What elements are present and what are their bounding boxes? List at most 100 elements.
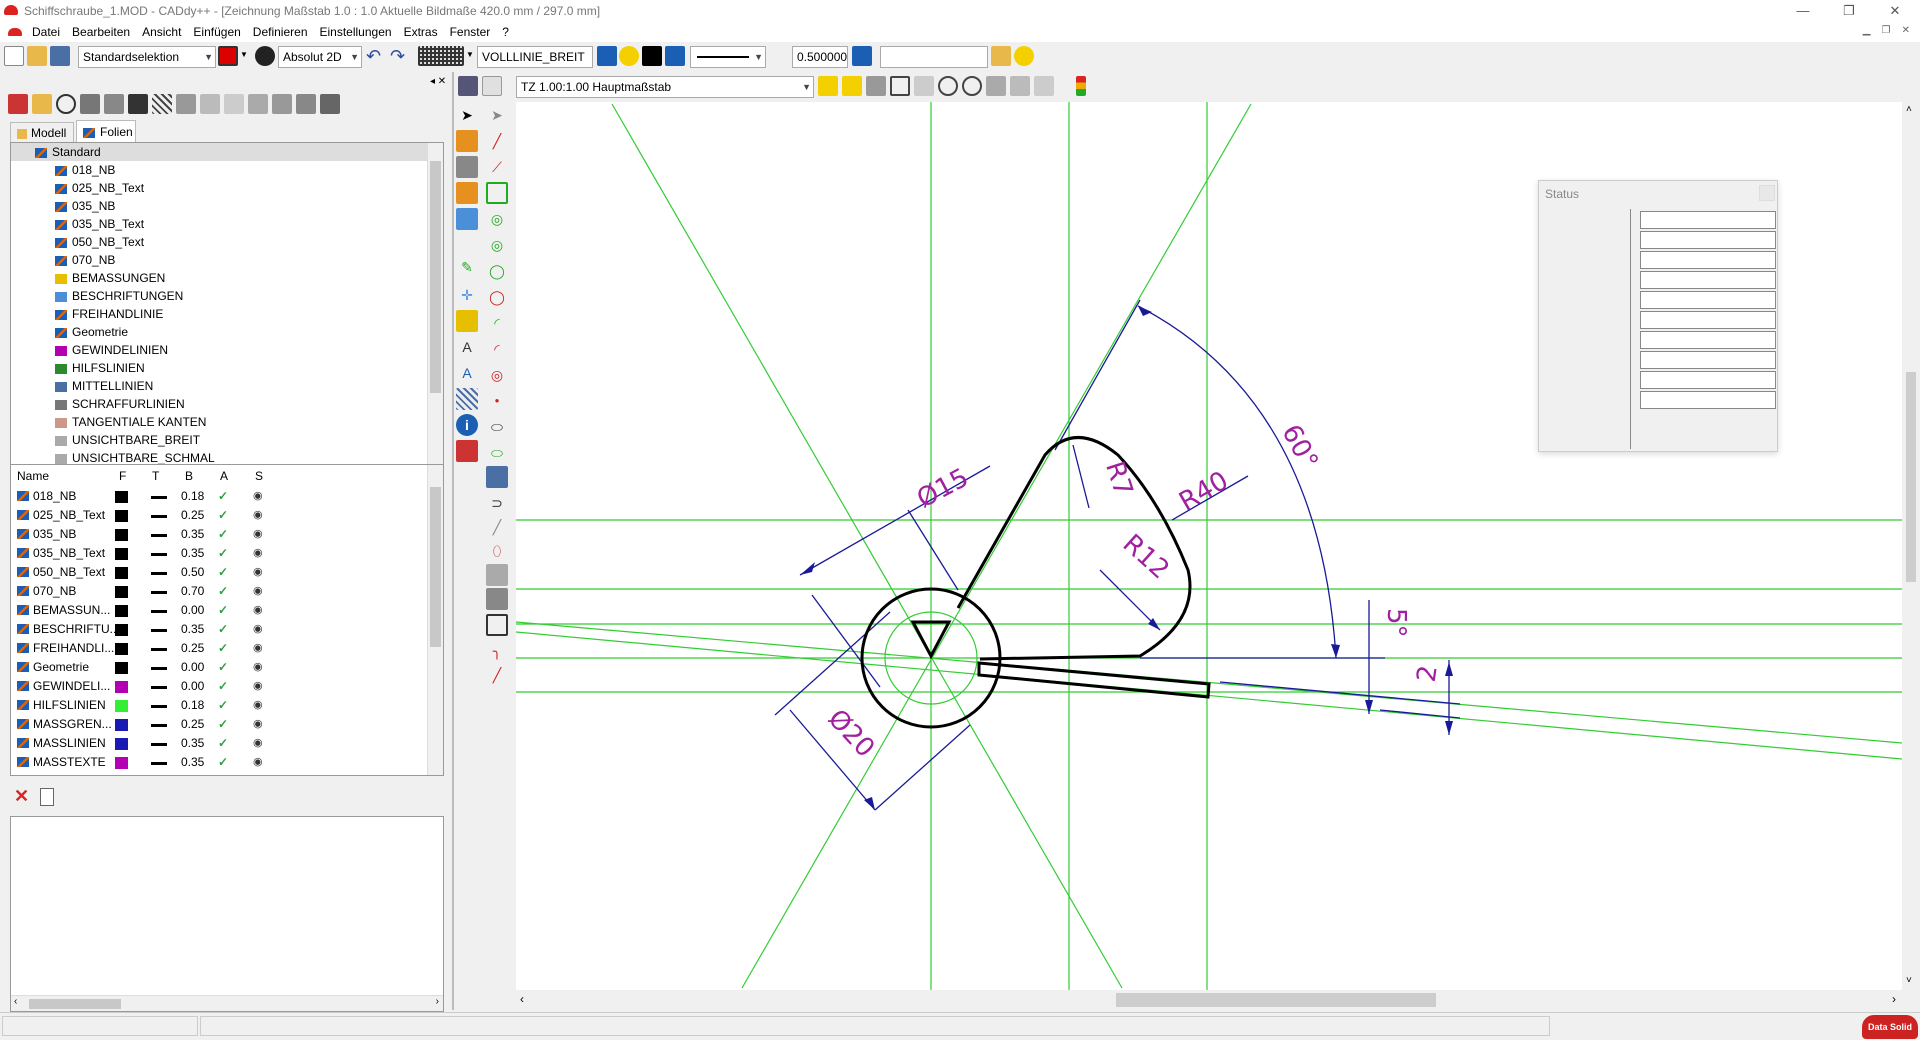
active-check-icon[interactable]: ✓: [218, 563, 228, 582]
active-check-icon[interactable]: ✓: [218, 696, 228, 715]
visible-eye-icon[interactable]: ◉: [253, 487, 263, 506]
spline-pen-icon[interactable]: [486, 466, 508, 488]
snap-point-icon[interactable]: ✛: [456, 284, 478, 306]
hscroll-right-arrow[interactable]: ›: [1892, 992, 1896, 1006]
visible-eye-icon[interactable]: ◉: [253, 563, 263, 582]
col-name[interactable]: Name: [17, 465, 49, 487]
tree-root[interactable]: Standard: [11, 143, 443, 161]
active-check-icon[interactable]: ✓: [218, 487, 228, 506]
active-check-icon[interactable]: ✓: [218, 525, 228, 544]
active-check-icon[interactable]: ✓: [218, 582, 228, 601]
tree-item[interactable]: 035_NB_Text: [11, 215, 443, 233]
folder-search-icon[interactable]: [991, 46, 1011, 66]
col-a[interactable]: A: [220, 465, 228, 487]
properties-hscroll[interactable]: ‹ ›: [11, 995, 443, 1011]
trim-tool-icon[interactable]: [456, 182, 478, 204]
pencil-icon[interactable]: [80, 94, 100, 114]
linetype-field[interactable]: VOLLLINIE_BREIT: [477, 46, 593, 68]
zoom-window-icon[interactable]: [818, 76, 838, 96]
rotate-tool-icon[interactable]: [456, 208, 478, 230]
modify-tool-icon[interactable]: [456, 156, 478, 178]
rectangle-tool-icon[interactable]: [486, 182, 508, 204]
info-icon[interactable]: i: [456, 414, 478, 436]
tree-item[interactable]: FREIHANDLINIE: [11, 305, 443, 323]
eraser-icon[interactable]: [456, 440, 478, 462]
ellipse-green-tool-icon[interactable]: ⬭: [486, 442, 508, 464]
active-check-icon[interactable]: ✓: [218, 620, 228, 639]
color-swatch[interactable]: [115, 567, 128, 579]
tree-item[interactable]: BESCHRIFTUNGEN: [11, 287, 443, 305]
frame-tool-icon[interactable]: [486, 614, 508, 636]
active-check-icon[interactable]: ✓: [218, 715, 228, 734]
active-check-icon[interactable]: ✓: [218, 601, 228, 620]
properties-hscroll-thumb[interactable]: [29, 999, 121, 1009]
color-swatch[interactable]: [115, 700, 128, 712]
circle-center-tool-icon[interactable]: ◎: [486, 208, 508, 230]
linetype-swatch[interactable]: [151, 610, 167, 613]
active-check-icon[interactable]: ✓: [218, 658, 228, 677]
line-tool-icon[interactable]: ╱: [486, 130, 508, 152]
selection-mode-select[interactable]: Standardselektion ▼: [78, 46, 216, 68]
cube-icon[interactable]: [296, 94, 316, 114]
arc-tool-icon[interactable]: ◜: [486, 312, 508, 334]
list-icon[interactable]: [320, 94, 340, 114]
chamfer-tool-icon[interactable]: ╱: [486, 664, 508, 686]
vscroll-up-arrow[interactable]: ˄: [1906, 104, 1912, 115]
menu-datei[interactable]: Datei: [26, 22, 66, 42]
menu-fenster[interactable]: Fenster: [444, 22, 497, 42]
active-check-icon[interactable]: ✓: [218, 639, 228, 658]
color-swatch[interactable]: [115, 681, 128, 693]
hatch-tool-icon[interactable]: [456, 388, 478, 410]
visible-eye-icon[interactable]: ◉: [253, 544, 263, 563]
tree-scrollbar-thumb[interactable]: [430, 161, 441, 393]
linetype-swatch[interactable]: [151, 534, 167, 537]
table-row[interactable]: HILFSLINIEN 0.18 ✓ ◉: [11, 696, 443, 715]
zoom-fit-icon[interactable]: [890, 76, 910, 96]
select-arrow-icon[interactable]: ➤: [456, 104, 478, 126]
brush-icon[interactable]: [128, 94, 148, 114]
table-row[interactable]: 035_NB 0.35 ✓ ◉: [11, 525, 443, 544]
tree-item[interactable]: 035_NB: [11, 197, 443, 215]
redo-icon[interactable]: ↷: [390, 46, 405, 67]
block-tool-icon[interactable]: [486, 564, 508, 586]
visible-eye-icon[interactable]: ◉: [253, 506, 263, 525]
panel-splitter[interactable]: [452, 72, 454, 1010]
tree-item[interactable]: BEMASSUNGEN: [11, 269, 443, 287]
visible-eye-icon[interactable]: ◉: [253, 620, 263, 639]
undo-icon[interactable]: ↶: [366, 46, 381, 67]
rotate-left-icon[interactable]: [938, 76, 958, 96]
visible-eye-icon[interactable]: ◉: [253, 582, 263, 601]
mdi-close-icon[interactable]: ✕: [1902, 25, 1910, 36]
hscroll-left-arrow[interactable]: ‹: [520, 992, 524, 1006]
tree-item[interactable]: Geometrie: [11, 323, 443, 341]
tree-item[interactable]: 025_NB_Text: [11, 179, 443, 197]
linetype-swatch[interactable]: [151, 705, 167, 708]
mdi-restore-icon[interactable]: ❐: [1882, 25, 1891, 36]
measure-icon[interactable]: [272, 94, 292, 114]
color-swatch[interactable]: [115, 605, 128, 617]
color-swatch[interactable]: [115, 586, 128, 598]
menu-extras[interactable]: Extras: [398, 22, 444, 42]
circle-red-tool-icon[interactable]: ◎: [486, 364, 508, 386]
idea-icon[interactable]: [1014, 46, 1034, 66]
point-tool-icon[interactable]: ●: [486, 390, 508, 412]
linetype-swatch[interactable]: [151, 724, 167, 727]
layer-new-icon[interactable]: [32, 94, 52, 114]
active-check-icon[interactable]: ✓: [218, 544, 228, 563]
col-t[interactable]: T: [152, 465, 159, 487]
color-swatch[interactable]: [115, 643, 128, 655]
tree-item[interactable]: 018_NB: [11, 161, 443, 179]
visible-eye-icon[interactable]: ◉: [253, 753, 263, 772]
pin-icon[interactable]: ◂ ✕: [430, 76, 446, 87]
zoom-all-icon[interactable]: [986, 76, 1006, 96]
status-close-button[interactable]: [1759, 185, 1775, 201]
tree-item[interactable]: MITTELLINIEN: [11, 377, 443, 395]
col-f[interactable]: F: [119, 465, 126, 487]
mdi-minimize-icon[interactable]: ▁: [1863, 25, 1871, 36]
edit-icon[interactable]: [104, 94, 124, 114]
restore-button[interactable]: ❐: [1826, 0, 1872, 22]
grid-icon[interactable]: [418, 46, 464, 66]
layer-manager-icon[interactable]: [8, 94, 28, 114]
visible-eye-icon[interactable]: ◉: [253, 734, 263, 753]
text-tool-icon[interactable]: A: [456, 336, 478, 358]
